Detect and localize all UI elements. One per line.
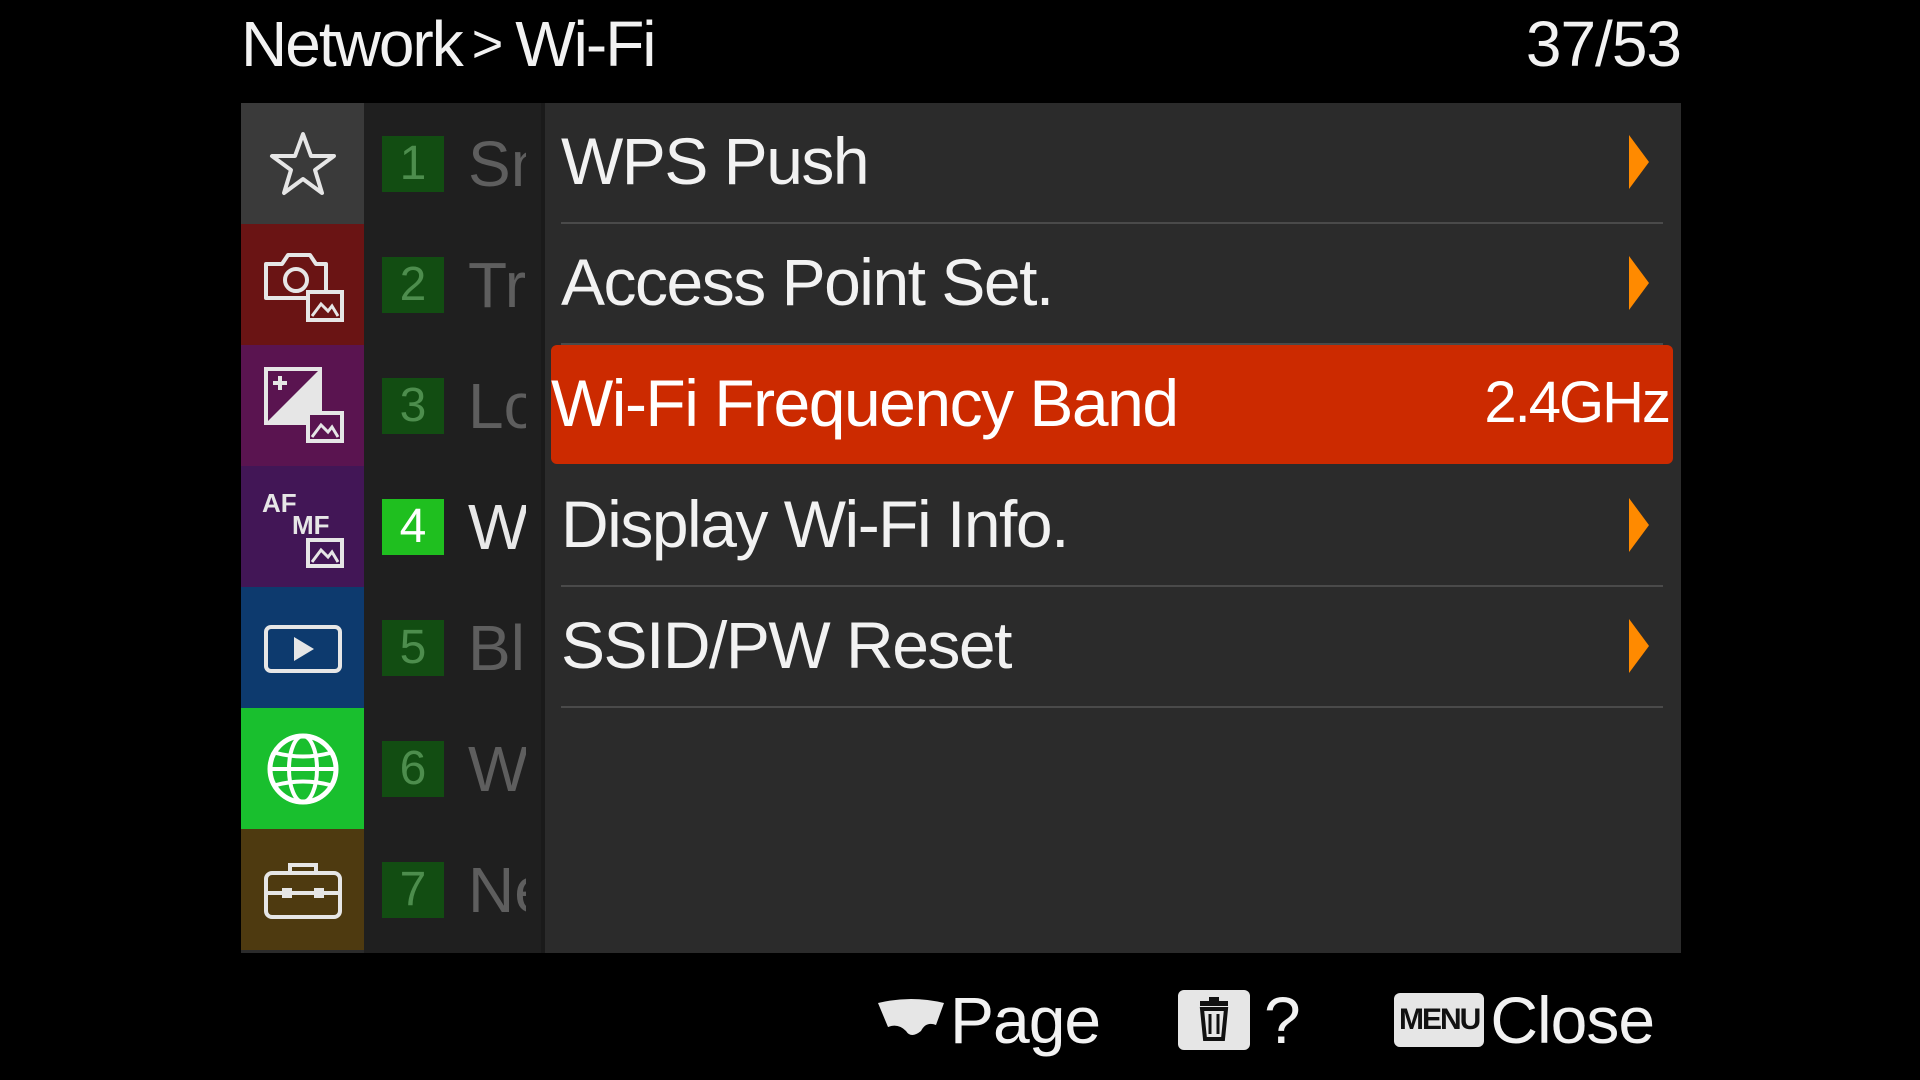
category-tab-shooting[interactable] xyxy=(241,224,364,345)
control-wheel-icon xyxy=(878,999,944,1035)
header: Network > Wi-Fi 37/53 xyxy=(241,0,1682,90)
af-mf-icon: AF MF xyxy=(262,488,344,568)
menu-item-ssid-pw-reset[interactable]: SSID/PW Reset xyxy=(561,587,1663,708)
page-number: 4 xyxy=(382,498,444,555)
page-title: W xyxy=(468,491,526,562)
page-title: Ne xyxy=(468,854,526,925)
page-title: Lo xyxy=(468,370,526,441)
page-item-1[interactable]: 1 Sn xyxy=(364,103,541,224)
page-item-7[interactable]: 7 Ne xyxy=(364,829,541,950)
page-number: 3 xyxy=(382,377,444,434)
menu-item-label: SSID/PW Reset xyxy=(561,608,1012,682)
help-hint[interactable]: ? xyxy=(1178,975,1301,1065)
breadcrumb-parent: Network xyxy=(241,8,464,80)
menu-item-wifi-frequency-band[interactable]: Wi-Fi Frequency Band 2.4GHz xyxy=(551,345,1673,464)
menu-button-icon: MENU xyxy=(1394,993,1485,1047)
close-hint-label: Close xyxy=(1490,983,1655,1057)
category-tab-setup[interactable] xyxy=(241,829,364,950)
page-item-4[interactable]: 4 W xyxy=(364,466,541,587)
page-hint[interactable]: Page xyxy=(876,975,1101,1065)
menu-item-label: Display Wi-Fi Info. xyxy=(561,487,1069,561)
category-tab-exposure[interactable] xyxy=(241,345,364,466)
close-hint[interactable]: MENU Close xyxy=(1394,975,1655,1065)
toolbox-icon xyxy=(263,862,342,919)
footer-hints: Page ? MENU Close xyxy=(0,975,1920,1065)
category-tab-playback[interactable] xyxy=(241,587,364,708)
arrow-right-icon xyxy=(1629,498,1649,552)
page-title: W xyxy=(468,733,526,804)
column-divider xyxy=(541,103,545,953)
page-title: Tr xyxy=(468,249,526,320)
page-item-5[interactable]: 5 Bl xyxy=(364,587,541,708)
menu-item-label: Access Point Set. xyxy=(561,245,1054,319)
arrow-right-icon xyxy=(1629,619,1649,673)
trash-icon xyxy=(1178,990,1250,1050)
page-indicator: 37/53 xyxy=(1525,8,1682,80)
breadcrumb: Network > Wi-Fi xyxy=(241,4,657,84)
page-number: 2 xyxy=(382,256,444,313)
camera-icon xyxy=(263,252,344,322)
page-number: 6 xyxy=(382,740,444,797)
menu-item-value: 2.4GHz xyxy=(1484,370,1671,435)
page-item-2[interactable]: 2 Tr xyxy=(364,224,541,345)
category-tab-favorites[interactable] xyxy=(241,103,364,224)
menu-item-label: Wi-Fi Frequency Band xyxy=(551,366,1179,440)
svg-text:MF: MF xyxy=(292,510,330,540)
page-list: 1 Sn 2 Tr 3 Lo 4 W 5 Bl 6 W 7 Ne xyxy=(364,103,541,953)
page-number: 1 xyxy=(382,135,444,192)
category-tab-network[interactable] xyxy=(241,708,364,829)
menu-panel: AF MF 1 S 2 Tr 3 Lo 4 W 5 Bl 6 W 7 N WPS… xyxy=(241,103,1681,953)
arrow-right-icon xyxy=(1629,256,1649,310)
menu-list: WPS Push Access Point Set. Wi-Fi Frequen… xyxy=(551,103,1673,708)
menu-item-wps-push[interactable]: WPS Push xyxy=(561,103,1663,224)
star-icon xyxy=(269,131,336,195)
page-title: Bl xyxy=(468,612,525,683)
breadcrumb-current: Wi-Fi xyxy=(515,8,656,80)
category-tab-focus[interactable]: AF MF xyxy=(241,466,364,587)
menu-item-display-wifi-info[interactable]: Display Wi-Fi Info. xyxy=(561,466,1663,587)
help-hint-label: ? xyxy=(1264,983,1301,1057)
globe-icon xyxy=(267,733,338,804)
arrow-right-icon xyxy=(1629,135,1649,189)
menu-item-label: WPS Push xyxy=(561,124,870,198)
page-number: 7 xyxy=(382,861,444,918)
playback-icon xyxy=(263,624,342,673)
exposure-icon xyxy=(263,366,344,443)
page-item-3[interactable]: 3 Lo xyxy=(364,345,541,466)
breadcrumb-separator: > xyxy=(471,14,504,74)
page-hint-label: Page xyxy=(950,983,1101,1057)
category-tabs: AF MF xyxy=(241,103,364,953)
page-title: Sn xyxy=(468,128,526,199)
menu-item-access-point-set[interactable]: Access Point Set. xyxy=(561,224,1663,345)
page-item-6[interactable]: 6 W xyxy=(364,708,541,829)
page-number: 5 xyxy=(382,619,444,676)
